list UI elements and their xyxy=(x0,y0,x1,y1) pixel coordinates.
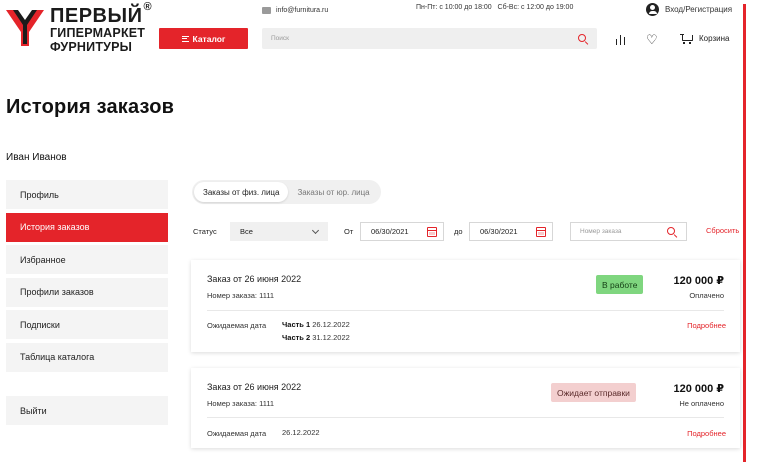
order-number-input[interactable]: Номер заказа xyxy=(570,222,687,241)
search-bar[interactable]: Поиск xyxy=(262,28,597,49)
sidebar-item-catalog-table[interactable]: Таблица каталога xyxy=(6,342,168,372)
sidebar: Профиль История заказов Избранное Профил… xyxy=(6,180,168,375)
details-link[interactable]: Подробнее xyxy=(687,321,726,330)
reset-link[interactable]: Сбросить xyxy=(706,226,739,235)
work-hours: Пн-Пт: с 10:00 до 18:00 Сб-Вс: с 12:00 д… xyxy=(416,4,574,11)
mail-icon xyxy=(262,6,271,14)
compare-icon[interactable] xyxy=(615,34,626,45)
search-input[interactable]: Поиск xyxy=(271,35,578,42)
chevron-down-icon xyxy=(311,226,320,234)
payment-status: Не оплачено xyxy=(679,399,724,408)
logo-line-3: ФУРНИТУРЫ xyxy=(50,39,133,54)
registered-mark: ® xyxy=(143,1,153,13)
sidebar-item-subscriptions[interactable]: Подписки xyxy=(6,310,168,339)
date-from-value: 06/30/2021 xyxy=(371,227,409,236)
order-number: Номер заказа: 1111 xyxy=(207,291,275,300)
cart-link[interactable]: Корзина xyxy=(680,33,729,44)
part-date: 26.12.2022 xyxy=(312,320,350,329)
cart-icon xyxy=(680,33,693,44)
part-name: Часть 2 xyxy=(282,332,311,342)
expected-parts: Часть 1 26.12.2022 Часть 2 31.12.2022 xyxy=(282,319,350,344)
menu-icon xyxy=(181,35,189,42)
order-number: Номер заказа: 1111 xyxy=(207,399,275,408)
scrollbar[interactable] xyxy=(743,4,746,462)
heart-icon[interactable]: ♡ xyxy=(646,33,658,46)
order-type-tabs: Заказы от физ. лица Заказы от юр. лица xyxy=(192,180,381,204)
to-label: до xyxy=(454,227,463,236)
order-number-placeholder: Номер заказа xyxy=(580,228,622,235)
search-icon[interactable] xyxy=(578,33,588,44)
part-date: 31.12.2022 xyxy=(312,332,350,342)
user-icon xyxy=(646,2,659,16)
date-from-field[interactable]: 06/30/2021 xyxy=(360,222,444,241)
part-row: Часть 1 26.12.2022 xyxy=(282,319,350,332)
from-label: От xyxy=(344,227,354,236)
cart-label: Корзина xyxy=(699,34,730,43)
email-text: info@furnitura.ru xyxy=(276,6,329,14)
part-row: Часть 2 31.12.2022 xyxy=(282,332,350,345)
order-price: 120 000 ₽ xyxy=(673,383,724,395)
payment-status: Оплачено xyxy=(689,291,724,300)
status-badge: Ожидает отправки xyxy=(551,383,636,402)
logo[interactable]: ПЕРВЫЙ® ГИПЕРМАРКЕТ ФУРНИТУРЫ xyxy=(4,2,154,54)
logo-mark-icon xyxy=(6,10,44,46)
user-name: Иван Иванов xyxy=(6,152,67,163)
part-name: Часть 1 xyxy=(282,320,311,329)
tab-legal-entity[interactable]: Заказы от юр. лица xyxy=(288,182,378,202)
calendar-icon[interactable] xyxy=(427,227,437,237)
page-title: История заказов xyxy=(6,96,175,118)
header-email[interactable]: info@furnitura.ru xyxy=(262,4,328,16)
expected-date-label: Ожидаемая дата xyxy=(207,429,267,438)
catalog-button[interactable]: Каталог xyxy=(159,28,248,49)
login-label: Вход/Регистрация xyxy=(665,4,733,14)
details-link[interactable]: Подробнее xyxy=(687,429,726,438)
calendar-icon[interactable] xyxy=(536,227,546,237)
expected-date-label: Ожидаемая дата xyxy=(207,321,267,330)
date-to-value: 06/30/2021 xyxy=(480,227,518,236)
sidebar-item-order-profiles[interactable]: Профили заказов xyxy=(6,277,168,307)
order-title: Заказ от 26 июня 2022 xyxy=(207,382,302,392)
status-select-value: Все xyxy=(240,227,253,236)
login-link[interactable]: Вход/Регистрация xyxy=(646,2,733,16)
logo-line-1: ПЕРВЫЙ xyxy=(50,5,143,27)
order-title: Заказ от 26 июня 2022 xyxy=(207,274,302,284)
sidebar-item-profile[interactable]: Профиль xyxy=(6,180,168,209)
status-badge: В работе xyxy=(596,275,644,294)
catalog-label: Каталог xyxy=(192,33,226,44)
divider xyxy=(207,417,724,418)
status-label: Статус xyxy=(193,227,217,236)
tab-individual[interactable]: Заказы от физ. лица xyxy=(194,182,289,202)
logout-button[interactable]: Выйти xyxy=(6,396,168,425)
search-icon[interactable] xyxy=(667,226,677,237)
divider xyxy=(207,310,724,311)
date-to-field[interactable]: 06/30/2021 xyxy=(469,222,553,241)
sidebar-item-order-history[interactable]: История заказов xyxy=(6,212,168,242)
sidebar-item-favorites[interactable]: Избранное xyxy=(6,245,168,274)
logo-text: ПЕРВЫЙ® ГИПЕРМАРКЕТ ФУРНИТУРЫ xyxy=(50,2,152,54)
expected-date: 26.12.2022 xyxy=(282,428,320,437)
status-select[interactable]: Все xyxy=(230,222,328,241)
logo-line-2: ГИПЕРМАРКЕТ xyxy=(50,26,146,40)
order-card: Заказ от 26 июня 2022 Номер заказа: 1111… xyxy=(191,368,740,448)
order-price: 120 000 ₽ xyxy=(673,275,724,287)
order-card: Заказ от 26 июня 2022 Номер заказа: 1111… xyxy=(191,260,740,352)
